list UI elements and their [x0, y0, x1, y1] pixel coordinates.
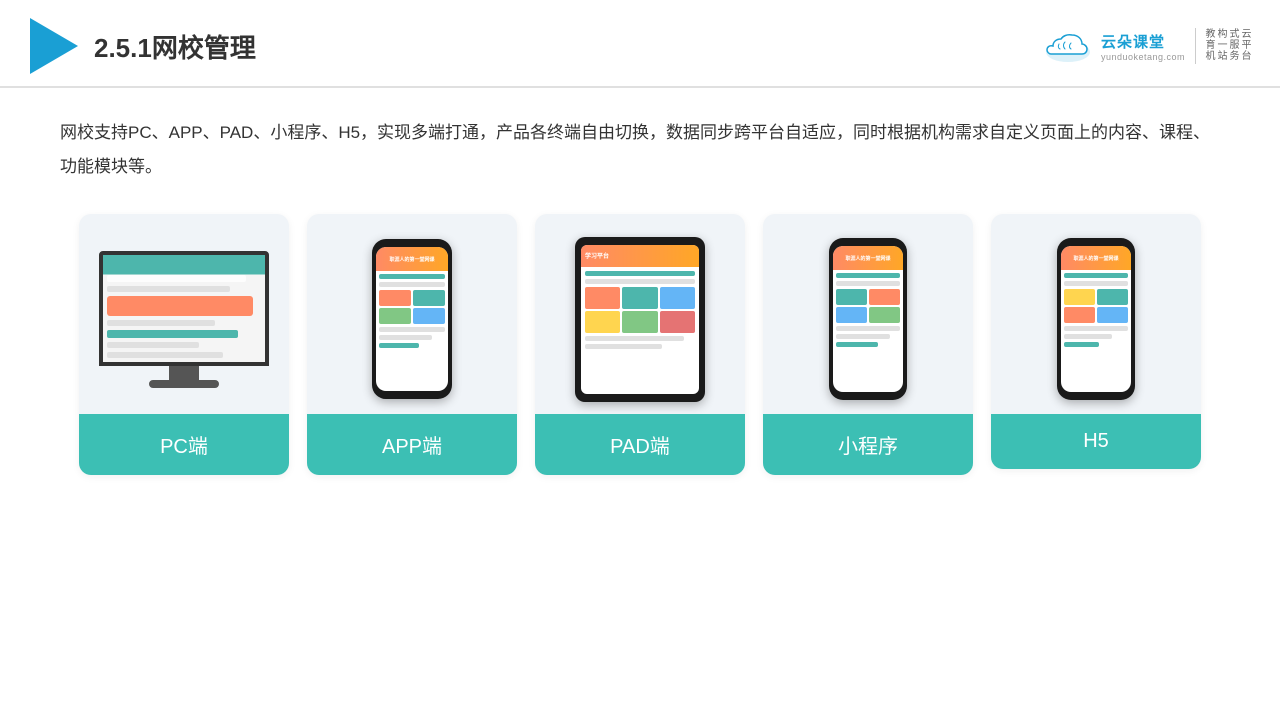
brand-text: 云朵课堂 yunduoketang.com: [1101, 31, 1185, 62]
card-label-miniapp: 小程序: [763, 414, 973, 475]
cards-container: PC端 职涯人的第一堂网课: [60, 214, 1220, 475]
brand-url: yunduoketang.com: [1101, 52, 1185, 62]
header-right: 云朵课堂 yunduoketang.com 教育机构一站式服务云平台: [1041, 26, 1250, 66]
phone-screen-h5: 职涯人的第一堂网课: [1061, 246, 1131, 392]
phone-mockup-h5: 职涯人的第一堂网课: [1057, 238, 1135, 400]
card-label-pad: PAD端: [535, 414, 745, 475]
card-pad: 学习平台: [535, 214, 745, 475]
phone-notch: [397, 239, 427, 245]
card-label-h5: H5: [991, 414, 1201, 469]
card-image-pc: [79, 214, 289, 414]
cloud-logo: 云朵课堂 yunduoketang.com 教育机构一站式服务云平台: [1041, 26, 1250, 66]
card-image-miniapp: 职涯人的第一堂网课: [763, 214, 973, 414]
card-label-pc: PC端: [79, 414, 289, 475]
header-left: 2.5.1网校管理: [30, 18, 256, 74]
phone-screen-app: 职涯人的第一堂网课: [376, 247, 448, 391]
phone-mockup-app: 职涯人的第一堂网课: [372, 239, 452, 399]
card-label-app: APP端: [307, 414, 517, 475]
pc-mockup: [97, 251, 272, 388]
card-miniapp: 职涯人的第一堂网课: [763, 214, 973, 475]
card-image-app: 职涯人的第一堂网课: [307, 214, 517, 414]
pad-mockup: 学习平台: [575, 237, 705, 402]
phone-screen-miniapp: 职涯人的第一堂网课: [833, 246, 903, 392]
logo-triangle-icon: [30, 18, 78, 74]
page-title: 2.5.1网校管理: [94, 28, 256, 65]
brand-name: 云朵课堂: [1101, 31, 1165, 52]
card-image-h5: 职涯人的第一堂网课: [991, 214, 1201, 414]
phone-notch-h5: [1081, 238, 1111, 244]
brand-slogan: 教育机构一站式服务云平台: [1195, 28, 1250, 64]
card-h5: 职涯人的第一堂网课: [991, 214, 1201, 469]
card-image-pad: 学习平台: [535, 214, 745, 414]
description-text: 网校支持PC、APP、PAD、小程序、H5，实现多端打通，产品各终端自由切换，数…: [60, 116, 1220, 184]
phone-notch-mini: [853, 238, 883, 244]
header: 2.5.1网校管理 云朵课堂 yunduoketang.com 教育机构一站式服…: [0, 0, 1280, 88]
main-content: 网校支持PC、APP、PAD、小程序、H5，实现多端打通，产品各终端自由切换，数…: [0, 88, 1280, 495]
phone-mockup-miniapp: 职涯人的第一堂网课: [829, 238, 907, 400]
pad-screen: 学习平台: [581, 245, 699, 394]
card-pc: PC端: [79, 214, 289, 475]
card-app: 职涯人的第一堂网课: [307, 214, 517, 475]
cloud-icon: [1041, 26, 1095, 66]
pc-screen: [99, 251, 269, 366]
